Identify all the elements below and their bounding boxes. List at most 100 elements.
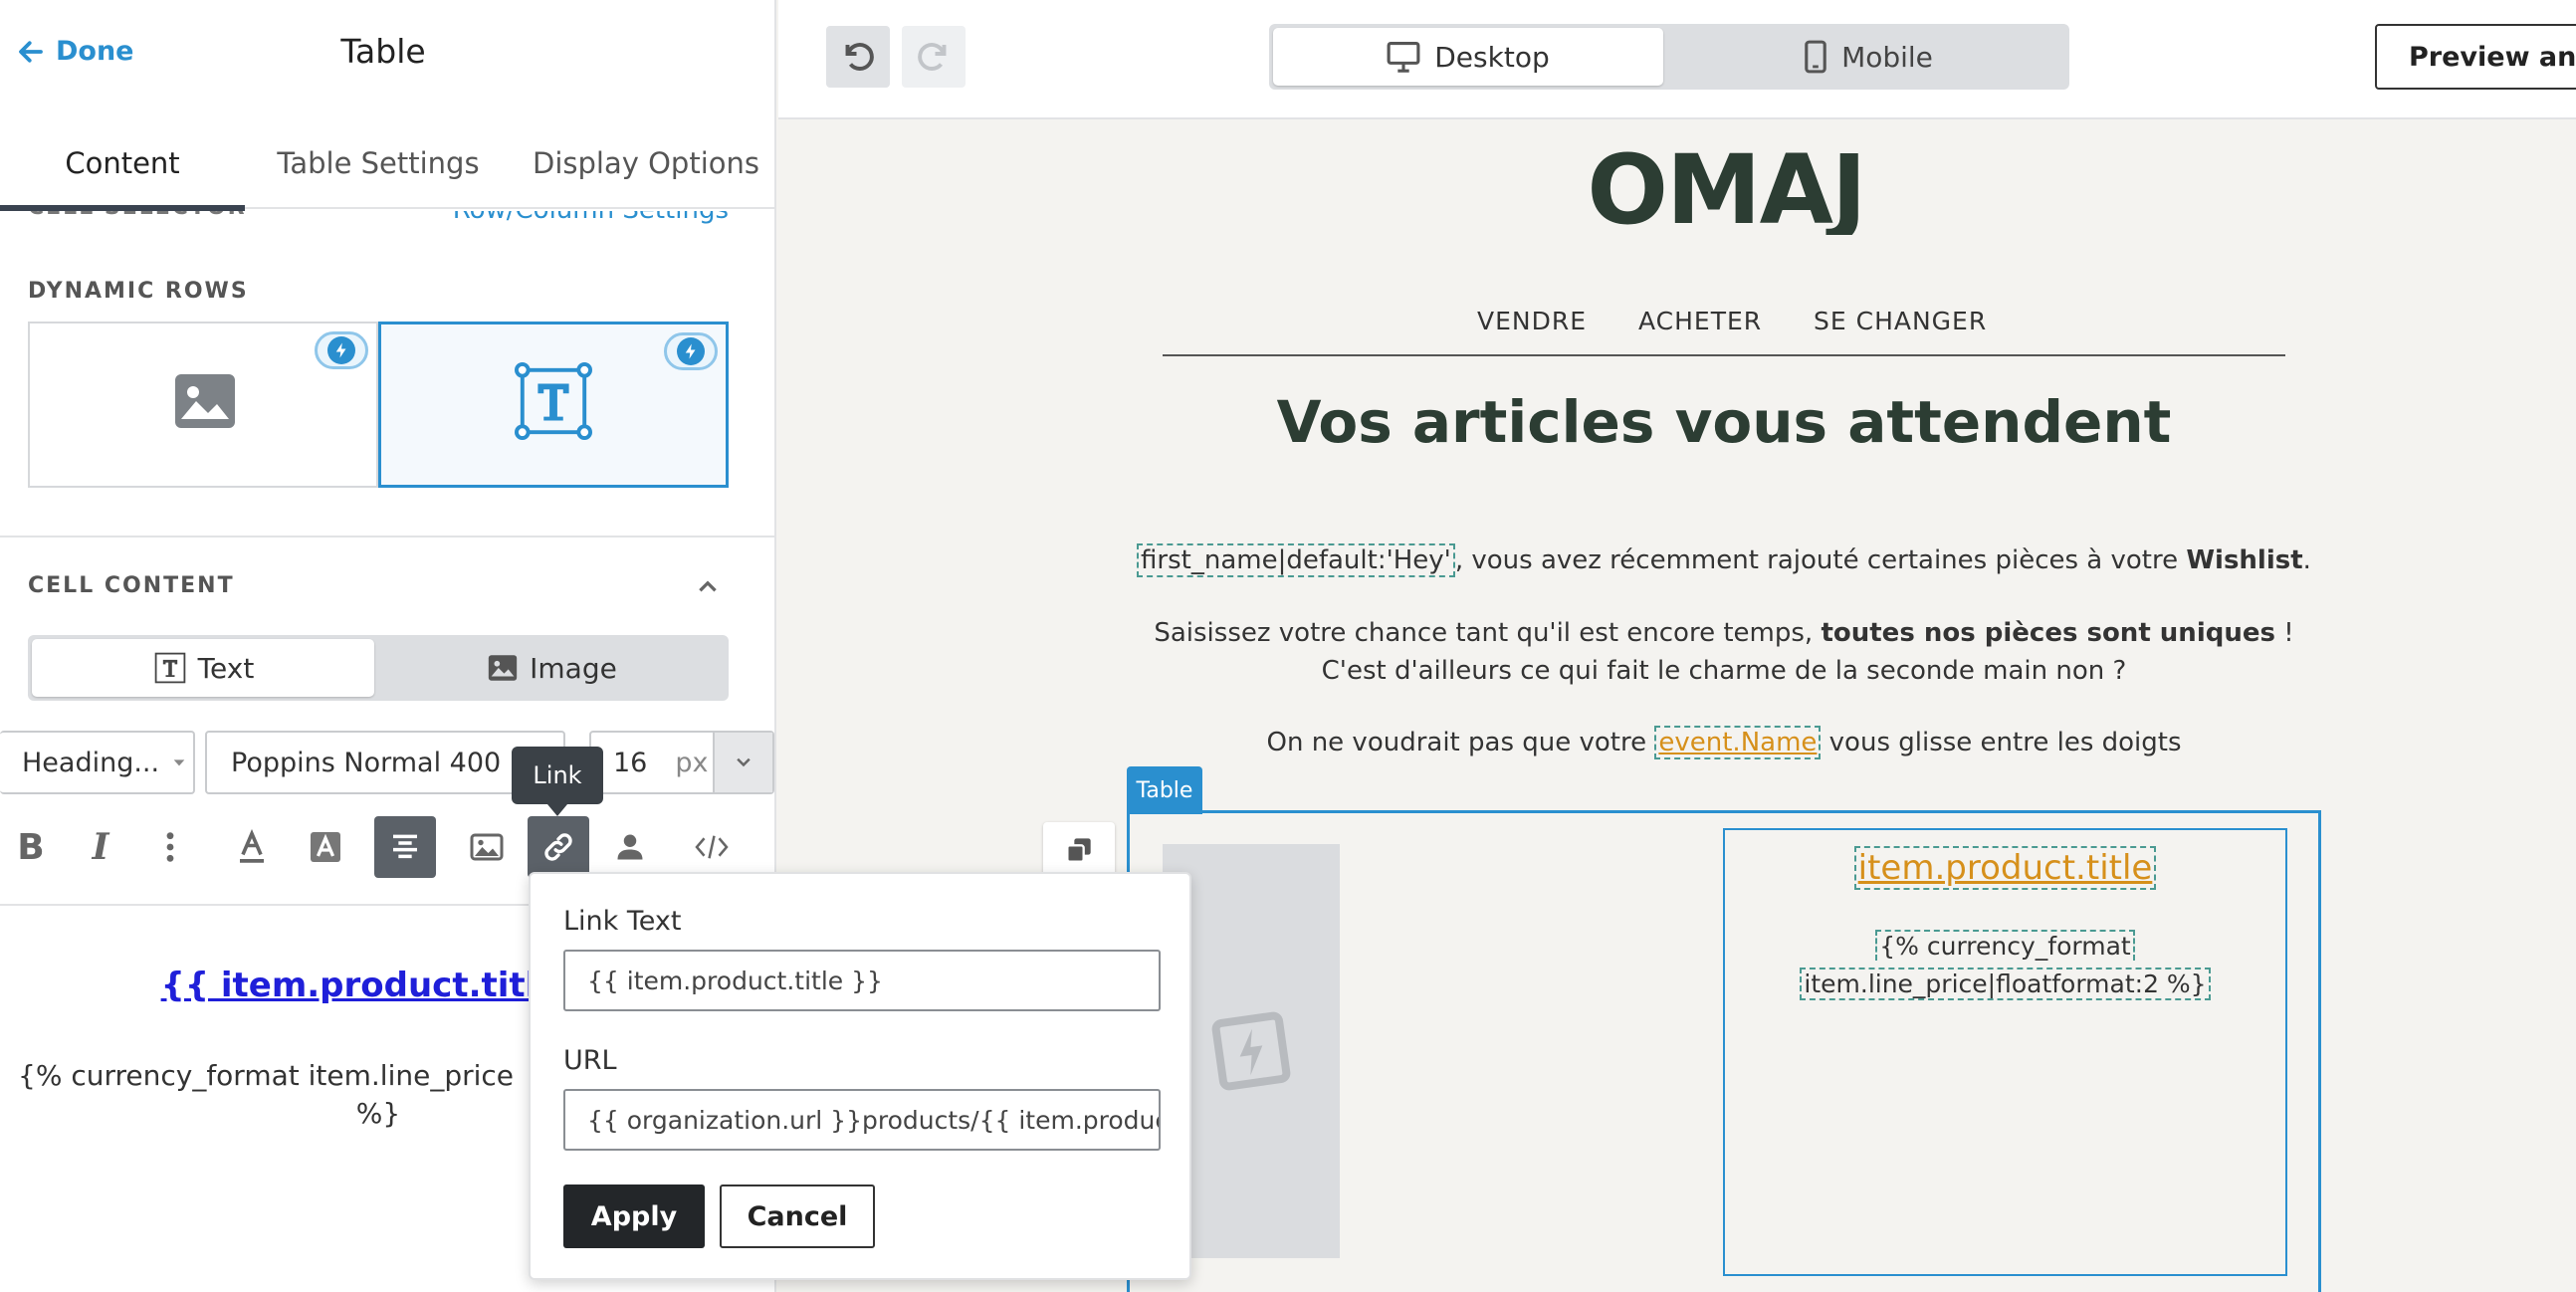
device-mobile[interactable]: Mobile xyxy=(1671,28,2065,86)
font-size-field[interactable]: 16 px xyxy=(589,731,774,794)
table-block-tag: Table xyxy=(1127,766,1202,814)
dynamic-rows-label: DYNAMIC ROWS xyxy=(28,279,249,304)
p3-text: C'est d'ailleurs ce qui fait le charme d… xyxy=(1321,656,2127,686)
chevron-down-icon xyxy=(737,757,751,767)
p4-end: vous glisse entre les doigts xyxy=(1821,728,2182,757)
event-name-variable[interactable]: event.Name xyxy=(1654,726,1822,759)
image-icon xyxy=(470,833,504,861)
person-icon xyxy=(617,834,643,860)
p1-end: . xyxy=(2302,545,2311,575)
caret-down-icon xyxy=(173,759,185,766)
nav-se-changer[interactable]: SE CHANGER xyxy=(1814,307,1987,335)
p1-text: , vous avez récemment rajouté certaines … xyxy=(1454,545,2187,575)
item-price-line2: item.line_price|floatformat:2 %} xyxy=(1800,968,2211,1000)
tab-table-settings[interactable]: Table Settings xyxy=(261,137,496,209)
device-mobile-label: Mobile xyxy=(1841,40,1933,74)
item-price-cell[interactable]: {% currency_format item.line_price|float… xyxy=(1723,928,2287,1003)
font-family-value: Poppins Normal 400 xyxy=(231,747,502,778)
cancel-button[interactable]: Cancel xyxy=(720,1184,875,1248)
align-center-button[interactable] xyxy=(374,816,436,878)
bold-icon: B xyxy=(17,826,45,868)
url-label: URL xyxy=(563,1045,617,1076)
redo-button[interactable] xyxy=(902,26,966,88)
kebab-icon xyxy=(166,832,174,862)
code-icon xyxy=(695,835,729,859)
dynamic-bolt-icon xyxy=(315,331,368,369)
url-input[interactable]: {{ organization.url }}products/{{ item.p… xyxy=(563,1089,1161,1151)
italic-icon: I xyxy=(92,826,109,868)
paragraph-event[interactable]: On ne voudrait pas que votre event.Name … xyxy=(1095,724,2353,761)
paragraph-chance[interactable]: Saisissez votre chance tant qu'il est en… xyxy=(1095,614,2353,690)
p2-end: ! xyxy=(2274,618,2294,648)
logo-text: OMAJ xyxy=(1587,145,1864,235)
text-color-icon xyxy=(240,829,264,863)
text-color-button[interactable] xyxy=(221,816,283,878)
link-text-input[interactable]: {{ item.product.title }} xyxy=(563,950,1161,1011)
mobile-icon xyxy=(1805,40,1826,74)
apply-button[interactable]: Apply xyxy=(563,1184,705,1248)
duplicate-icon xyxy=(1066,838,1091,863)
section-divider xyxy=(0,536,774,538)
selected-table-cell[interactable] xyxy=(1723,828,2287,1276)
content-type-toggle: Text Image xyxy=(28,635,729,701)
duplicate-block-button[interactable] xyxy=(1043,822,1115,878)
first-name-variable[interactable]: first_name|default:'Hey' xyxy=(1137,543,1455,577)
panel-title: Table xyxy=(340,32,426,71)
source-code-button[interactable] xyxy=(681,816,743,878)
item-price-line1: {% currency_format xyxy=(1875,930,2135,961)
insert-image-button[interactable] xyxy=(456,816,518,878)
content-type-image[interactable]: Image xyxy=(378,639,725,697)
link-icon xyxy=(544,833,572,861)
font-size-unit: px xyxy=(675,747,709,778)
link-editor-popup: Link Text {{ item.product.title }} URL {… xyxy=(529,872,1191,1280)
nav-vendre[interactable]: VENDRE xyxy=(1477,307,1587,335)
nav-divider xyxy=(1163,354,2285,356)
device-desktop-label: Desktop xyxy=(1434,40,1550,74)
undo-button[interactable] xyxy=(826,26,890,88)
device-toggle: Desktop Mobile xyxy=(1269,24,2069,90)
row-column-settings-link[interactable]: Row/Column Settings xyxy=(0,211,729,225)
redo-icon xyxy=(918,43,947,71)
text-block-icon xyxy=(515,362,592,440)
cell-content-label: CELL CONTENT xyxy=(28,573,235,598)
text-style-select[interactable]: Heading... xyxy=(0,731,195,794)
content-type-image-label: Image xyxy=(530,651,617,685)
content-type-text[interactable]: Text xyxy=(32,639,374,697)
dynamic-image-icon xyxy=(1211,1011,1291,1091)
font-size-value: 16 xyxy=(613,747,648,778)
email-headline[interactable]: Vos articles vous attendent xyxy=(1163,388,2285,456)
dynamic-row-text-option[interactable] xyxy=(378,322,729,488)
chevron-up-icon[interactable] xyxy=(695,573,721,599)
top-toolbar: Desktop Mobile Preview and T xyxy=(778,0,2576,119)
more-options-button[interactable] xyxy=(139,816,201,878)
item-title-variable[interactable]: item.product.title xyxy=(1853,846,2157,890)
paragraph-wishlist[interactable]: first_name|default:'Hey', vous avez réce… xyxy=(1095,541,2353,579)
p2-text: Saisissez votre chance tant qu'il est en… xyxy=(1154,618,1822,648)
link-button[interactable] xyxy=(528,816,589,878)
item-title-cell[interactable]: item.product.title xyxy=(1723,846,2287,890)
dynamic-bolt-icon xyxy=(664,332,718,370)
link-text-label: Link Text xyxy=(563,906,682,937)
image-icon xyxy=(175,374,235,428)
text-icon xyxy=(154,652,185,684)
p1-bold: Wishlist xyxy=(2186,545,2303,575)
font-size-stepper[interactable] xyxy=(713,733,772,792)
tab-display-options[interactable]: Display Options xyxy=(518,137,774,209)
nav-acheter[interactable]: ACHETER xyxy=(1638,307,1762,335)
content-type-text-label: Text xyxy=(197,651,255,685)
tab-content[interactable]: Content xyxy=(0,137,245,211)
preview-and-test-button[interactable]: Preview and T xyxy=(2375,24,2576,90)
brand-logo: OMAJ xyxy=(1587,134,1866,246)
dynamic-row-image-option[interactable] xyxy=(28,322,378,488)
text-style-value: Heading... xyxy=(22,747,160,778)
link-tooltip: Link xyxy=(512,747,603,816)
desktop-icon xyxy=(1387,41,1420,73)
highlight-icon xyxy=(311,832,340,862)
bold-button[interactable]: B xyxy=(0,816,62,878)
device-desktop[interactable]: Desktop xyxy=(1273,28,1663,86)
highlight-color-button[interactable] xyxy=(295,816,356,878)
undo-icon xyxy=(845,43,874,71)
personalize-button[interactable] xyxy=(599,816,661,878)
italic-button[interactable]: I xyxy=(70,816,131,878)
omaj-logo: OMAJ xyxy=(1587,134,1866,246)
